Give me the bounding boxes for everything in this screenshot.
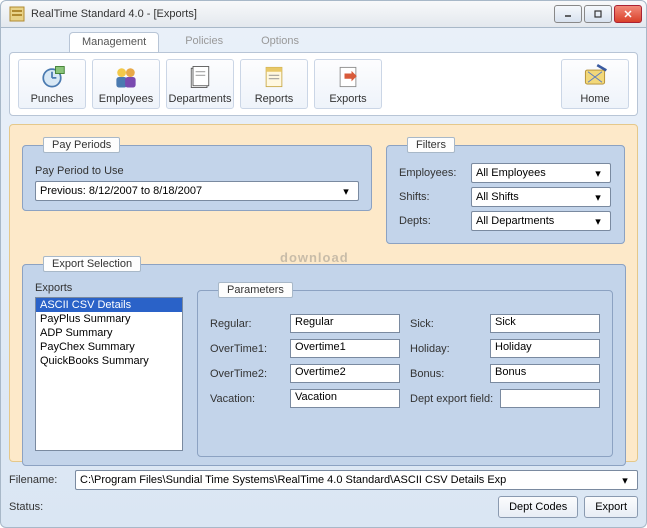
pay-period-value: Previous: 8/12/2007 to 8/18/2007 xyxy=(40,185,338,197)
punch-clock-icon xyxy=(38,63,66,91)
exports-list-label: Exports xyxy=(35,282,183,294)
sick-label: Sick: xyxy=(410,318,480,330)
list-item[interactable]: PayChex Summary xyxy=(36,340,182,354)
sick-field[interactable]: Sick xyxy=(490,314,600,333)
toolbar-label: Employees xyxy=(99,93,153,105)
toolbar-label: Home xyxy=(580,93,609,105)
employees-filter-label: Employees: xyxy=(399,167,465,179)
chevron-down-icon: ▾ xyxy=(590,213,606,229)
toolbar-label: Departments xyxy=(169,93,232,105)
export-selection-group: Export Selection Exports ASCII CSV Detai… xyxy=(22,256,626,466)
bonus-label: Bonus: xyxy=(410,368,480,380)
pay-period-dropdown[interactable]: Previous: 8/12/2007 to 8/18/2007 ▾ xyxy=(35,181,359,201)
pay-periods-group: Pay Periods Pay Period to Use Previous: … xyxy=(22,137,372,211)
export-button[interactable]: Export xyxy=(584,496,638,518)
toolbar-label: Reports xyxy=(255,93,294,105)
status-label: Status: xyxy=(9,501,69,513)
vacation-label: Vacation: xyxy=(210,393,280,405)
parameters-group: Parameters Regular: Regular Sick: Sick O… xyxy=(197,282,613,457)
vacation-field[interactable]: Vacation xyxy=(290,389,400,408)
depts-filter-label: Depts: xyxy=(399,215,465,227)
toolbar-label: Exports xyxy=(329,93,366,105)
toolbar: Punches Employees Departments Reports Ex… xyxy=(9,52,638,116)
filename-value: C:\Program Files\Sundial Time Systems\Re… xyxy=(80,474,617,486)
toolbar-employees[interactable]: Employees xyxy=(92,59,160,109)
maximize-button[interactable] xyxy=(584,5,612,23)
export-selection-legend: Export Selection xyxy=(43,256,141,272)
employees-icon xyxy=(112,63,140,91)
dept-export-field[interactable] xyxy=(500,389,600,408)
tab-bar: Management Policies Options xyxy=(9,28,638,52)
title-bar: RealTime Standard 4.0 - [Exports] xyxy=(0,0,647,28)
holiday-label: Holiday: xyxy=(410,343,480,355)
reports-icon xyxy=(260,63,288,91)
bonus-field[interactable]: Bonus xyxy=(490,364,600,383)
list-item[interactable]: QuickBooks Summary xyxy=(36,354,182,368)
toolbar-reports[interactable]: Reports xyxy=(240,59,308,109)
parameters-legend: Parameters xyxy=(218,282,293,298)
main-panel: Pay Periods Pay Period to Use Previous: … xyxy=(9,124,638,462)
tab-management[interactable]: Management xyxy=(69,32,159,52)
overtime1-label: OverTime1: xyxy=(210,343,280,355)
chevron-down-icon: ▾ xyxy=(338,183,354,199)
tab-policies[interactable]: Policies xyxy=(173,32,235,52)
toolbar-punches[interactable]: Punches xyxy=(18,59,86,109)
regular-field[interactable]: Regular xyxy=(290,314,400,333)
pay-period-label: Pay Period to Use xyxy=(35,165,359,177)
toolbar-departments[interactable]: Departments xyxy=(166,59,234,109)
chevron-down-icon: ▾ xyxy=(590,165,606,181)
regular-label: Regular: xyxy=(210,318,280,330)
toolbar-label: Punches xyxy=(31,93,74,105)
employees-filter-dropdown[interactable]: All Employees ▾ xyxy=(471,163,611,183)
filters-group: Filters Employees: All Employees ▾ Shift… xyxy=(386,137,625,244)
chevron-down-icon: ▾ xyxy=(617,472,633,488)
filters-legend: Filters xyxy=(407,137,455,153)
filename-label: Filename: xyxy=(9,474,65,486)
overtime2-field[interactable]: Overtime2 xyxy=(290,364,400,383)
dept-export-label: Dept export field: xyxy=(410,393,494,405)
exports-icon xyxy=(334,63,362,91)
tab-options[interactable]: Options xyxy=(249,32,311,52)
pay-periods-legend: Pay Periods xyxy=(43,137,120,153)
home-icon xyxy=(581,63,609,91)
overtime2-label: OverTime2: xyxy=(210,368,280,380)
shifts-filter-label: Shifts: xyxy=(399,191,465,203)
close-button[interactable] xyxy=(614,5,642,23)
chevron-down-icon: ▾ xyxy=(590,189,606,205)
toolbar-exports[interactable]: Exports xyxy=(314,59,382,109)
dept-codes-button[interactable]: Dept Codes xyxy=(498,496,578,518)
filename-dropdown[interactable]: C:\Program Files\Sundial Time Systems\Re… xyxy=(75,470,638,490)
app-icon xyxy=(9,6,25,22)
toolbar-home[interactable]: Home xyxy=(561,59,629,109)
minimize-button[interactable] xyxy=(554,5,582,23)
window-title: RealTime Standard 4.0 - [Exports] xyxy=(31,8,554,20)
list-item[interactable]: ADP Summary xyxy=(36,326,182,340)
overtime1-field[interactable]: Overtime1 xyxy=(290,339,400,358)
exports-listbox[interactable]: ASCII CSV Details PayPlus Summary ADP Su… xyxy=(35,297,183,451)
departments-icon xyxy=(186,63,214,91)
holiday-field[interactable]: Holiday xyxy=(490,339,600,358)
depts-filter-dropdown[interactable]: All Departments ▾ xyxy=(471,211,611,231)
list-item[interactable]: ASCII CSV Details xyxy=(36,298,182,312)
list-item[interactable]: PayPlus Summary xyxy=(36,312,182,326)
shifts-filter-dropdown[interactable]: All Shifts ▾ xyxy=(471,187,611,207)
